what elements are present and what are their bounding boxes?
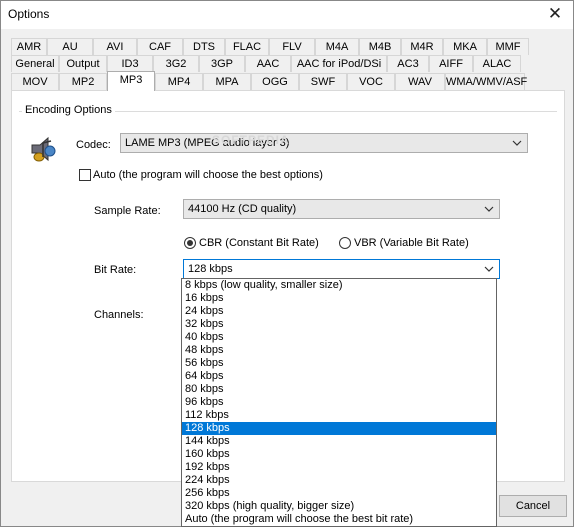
sample-rate-select[interactable]: 44100 Hz (CD quality) <box>183 199 500 219</box>
title-bar: Options ✕ <box>1 1 573 29</box>
chevron-down-icon <box>512 140 522 146</box>
bit-rate-option[interactable]: 80 kbps <box>182 383 496 396</box>
bit-rate-option[interactable]: 8 kbps (low quality, smaller size) <box>182 279 496 292</box>
tab-mp3[interactable]: MP3 <box>107 71 155 91</box>
tab-ogg[interactable]: OGG <box>251 73 299 90</box>
bit-rate-option[interactable]: 128 kbps <box>182 422 496 435</box>
speaker-note-icon <box>31 136 56 162</box>
tab-mmf[interactable]: MMF <box>487 38 529 55</box>
tab-mp2[interactable]: MP2 <box>59 73 107 90</box>
cancel-button[interactable]: Cancel <box>499 495 567 517</box>
bit-rate-value: 128 kbps <box>188 263 233 275</box>
bit-rate-option[interactable]: 144 kbps <box>182 435 496 448</box>
tab-swf[interactable]: SWF <box>299 73 347 90</box>
tab-flv[interactable]: FLV <box>269 38 315 55</box>
tab-output[interactable]: Output <box>59 55 107 72</box>
tab-wav[interactable]: WAV <box>395 73 445 90</box>
tab-mov[interactable]: MOV <box>11 73 59 90</box>
tab-m4a[interactable]: M4A <box>315 38 359 55</box>
bit-rate-option[interactable]: 192 kbps <box>182 461 496 474</box>
bit-rate-label: Bit Rate: <box>94 264 137 276</box>
tab-mpa[interactable]: MPA <box>203 73 251 90</box>
tab-ac3[interactable]: AC3 <box>387 55 429 72</box>
bit-rate-option[interactable]: 224 kbps <box>182 474 496 487</box>
tab-m4b[interactable]: M4B <box>359 38 401 55</box>
bit-rate-option[interactable]: 96 kbps <box>182 396 496 409</box>
tab-aac[interactable]: AAC <box>245 55 291 72</box>
tab-avi[interactable]: AVI <box>93 38 137 55</box>
bit-rate-option[interactable]: 32 kbps <box>182 318 496 331</box>
bit-rate-option[interactable]: 112 kbps <box>182 409 496 422</box>
codec-select[interactable]: LAME MP3 (MPEG audio layer 3) <box>120 133 528 153</box>
vbr-label: VBR (Variable Bit Rate) <box>354 237 469 249</box>
tab-amr[interactable]: AMR <box>11 38 47 55</box>
tab-voc[interactable]: VOC <box>347 73 395 90</box>
tab-id3[interactable]: ID3 <box>107 55 153 72</box>
tab-dts[interactable]: DTS <box>183 38 225 55</box>
bit-rate-option[interactable]: 320 kbps (high quality, bigger size) <box>182 500 496 513</box>
auto-label: Auto (the program will choose the best o… <box>93 169 323 181</box>
tab-m4r[interactable]: M4R <box>401 38 443 55</box>
tab-general[interactable]: General <box>11 55 59 72</box>
tab-caf[interactable]: CAF <box>137 38 183 55</box>
window-title: Options <box>8 7 50 21</box>
tab-wma-wmv-asf[interactable]: WMA/WMV/ASF <box>445 73 527 90</box>
tab-mka[interactable]: MKA <box>443 38 487 55</box>
bit-rate-select[interactable]: 128 kbps <box>183 259 500 279</box>
channels-label: Channels: <box>94 309 144 321</box>
auto-checkbox[interactable] <box>79 169 91 181</box>
bit-rate-option[interactable]: 40 kbps <box>182 331 496 344</box>
cbr-label: CBR (Constant Bit Rate) <box>199 237 319 249</box>
bit-rate-dropdown-list[interactable]: 8 kbps (low quality, smaller size) 16 kbp… <box>181 278 497 527</box>
tab-3g2[interactable]: 3G2 <box>153 55 199 72</box>
tab-3gp[interactable]: 3GP <box>199 55 245 72</box>
vbr-radio[interactable] <box>339 237 351 249</box>
bit-rate-option[interactable]: 160 kbps <box>182 448 496 461</box>
sample-rate-value: 44100 Hz (CD quality) <box>188 203 297 215</box>
bit-rate-option[interactable]: 48 kbps <box>182 344 496 357</box>
bit-rate-option[interactable]: 56 kbps <box>182 357 496 370</box>
tab-alac[interactable]: ALAC <box>473 55 521 72</box>
codec-label: Codec: <box>76 139 111 151</box>
close-icon[interactable]: ✕ <box>543 3 567 25</box>
tab-aac-for-ipod-dsi[interactable]: AAC for iPod/DSi <box>291 55 387 72</box>
bit-rate-option[interactable]: 16 kbps <box>182 292 496 305</box>
bit-rate-option[interactable]: 24 kbps <box>182 305 496 318</box>
bit-rate-option[interactable]: Auto (the program will choose the best b… <box>182 513 496 526</box>
bit-rate-option[interactable]: 64 kbps <box>182 370 496 383</box>
sample-rate-label: Sample Rate: <box>94 205 161 217</box>
tab-flac[interactable]: FLAC <box>225 38 269 55</box>
tab-au[interactable]: AU <box>47 38 93 55</box>
chevron-down-icon <box>484 266 494 272</box>
watermark: SOFTPEDIA <box>212 133 290 147</box>
cbr-radio[interactable] <box>184 237 196 249</box>
chevron-down-icon <box>484 206 494 212</box>
tab-mp4[interactable]: MP4 <box>155 73 203 90</box>
group-label-encoding: Encoding Options <box>22 104 115 116</box>
bit-rate-option[interactable]: 256 kbps <box>182 487 496 500</box>
tab-aiff[interactable]: AIFF <box>429 55 473 72</box>
